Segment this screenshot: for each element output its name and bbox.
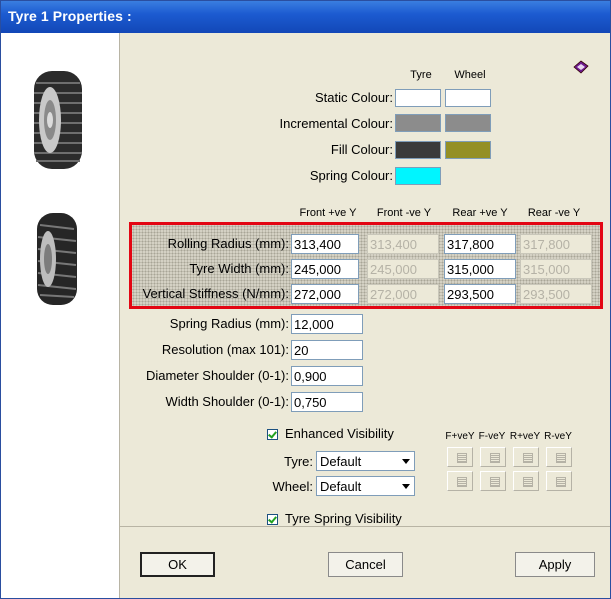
ok-button-label: OK — [168, 557, 187, 572]
grid-icon — [556, 453, 566, 463]
rear-pos-y-header: Rear +ve Y — [452, 207, 508, 219]
tyre-vis-f-neg-button[interactable] — [480, 447, 506, 467]
fill-colour-tyre-swatch[interactable] — [395, 141, 441, 159]
resolution-label: Resolution (max 101): — [161, 342, 289, 357]
spring-colour-label: Spring Colour: — [309, 168, 393, 183]
enhanced-visibility-label: Enhanced Visibility — [285, 426, 394, 441]
static-colour-wheel-swatch[interactable] — [445, 89, 491, 107]
chevron-down-icon[interactable] — [398, 453, 413, 469]
static-colour-label: Static Colour: — [314, 90, 393, 105]
wheel-select-value: Default — [320, 479, 362, 494]
wheel-select-label: Wheel: — [272, 479, 313, 494]
tyre-image-panel — [1, 33, 120, 598]
vis-r-neg-header: R-veY — [544, 431, 572, 442]
grid-icon — [457, 477, 467, 487]
wheel-vis-f-pos-button[interactable] — [447, 471, 473, 491]
front-neg-y-header: Front -ve Y — [376, 207, 432, 219]
tyre-select-value: Default — [320, 454, 362, 469]
help-book-icon[interactable] — [572, 59, 590, 75]
rear-neg-y-header: Rear -ve Y — [527, 207, 581, 219]
wheel-colour-header: Wheel — [454, 69, 486, 81]
tyre-properties-window: Tyre 1 Properties : Tyre Wheel Static Co… — [0, 0, 611, 599]
spring-radius-label: Spring Radius (mm): — [169, 316, 289, 331]
grid-icon — [457, 453, 467, 463]
incremental-colour-label: Incremental Colour: — [279, 116, 393, 131]
grid-icon — [490, 453, 500, 463]
ok-button[interactable]: OK — [140, 552, 215, 577]
highlight-box — [129, 222, 603, 309]
width-shoulder-label: Width Shoulder (0-1): — [165, 394, 289, 409]
width-shoulder-field[interactable] — [291, 392, 363, 412]
resolution-field[interactable] — [291, 340, 363, 360]
diameter-shoulder-field[interactable] — [291, 366, 363, 386]
wheel-select[interactable]: Default — [316, 476, 415, 496]
front-pos-y-header: Front +ve Y — [299, 207, 357, 219]
fill-colour-wheel-swatch[interactable] — [445, 141, 491, 159]
window-title: Tyre 1 Properties : — [8, 8, 132, 24]
tyre-image-icon — [34, 71, 82, 169]
cancel-button-label: Cancel — [345, 557, 386, 572]
apply-button-label: Apply — [538, 557, 572, 572]
wheel-vis-f-neg-button[interactable] — [480, 471, 506, 491]
spring-colour-swatch[interactable] — [395, 167, 441, 185]
tyre-vis-r-pos-button[interactable] — [513, 447, 539, 467]
grid-icon — [523, 453, 533, 463]
title-bar[interactable]: Tyre 1 Properties : — [1, 1, 610, 33]
grid-icon — [556, 477, 566, 487]
fill-colour-label: Fill Colour: — [330, 142, 393, 157]
chevron-down-icon[interactable] — [398, 478, 413, 494]
diameter-shoulder-label: Diameter Shoulder (0-1): — [145, 368, 289, 383]
tyre-tread-image-icon — [37, 213, 77, 305]
enhanced-visibility-checkbox[interactable] — [267, 429, 278, 440]
incremental-colour-tyre-swatch[interactable] — [395, 114, 441, 132]
tyre-spring-visibility-label: Tyre Spring Visibility — [285, 511, 402, 526]
grid-icon — [523, 477, 533, 487]
cancel-button[interactable]: Cancel — [328, 552, 403, 577]
tyre-select-label: Tyre: — [284, 454, 313, 469]
incremental-colour-wheel-swatch[interactable] — [445, 114, 491, 132]
apply-button[interactable]: Apply — [515, 552, 595, 577]
static-colour-tyre-swatch[interactable] — [395, 89, 441, 107]
spring-radius-field[interactable] — [291, 314, 363, 334]
wheel-vis-r-pos-button[interactable] — [513, 471, 539, 491]
tyre-select[interactable]: Default — [316, 451, 415, 471]
tyre-vis-r-neg-button[interactable] — [546, 447, 572, 467]
wheel-vis-r-neg-button[interactable] — [546, 471, 572, 491]
tyre-spring-visibility-checkbox[interactable] — [267, 514, 278, 525]
tyre-vis-f-pos-button[interactable] — [447, 447, 473, 467]
tyre-colour-header: Tyre — [410, 69, 432, 81]
grid-icon — [490, 477, 500, 487]
